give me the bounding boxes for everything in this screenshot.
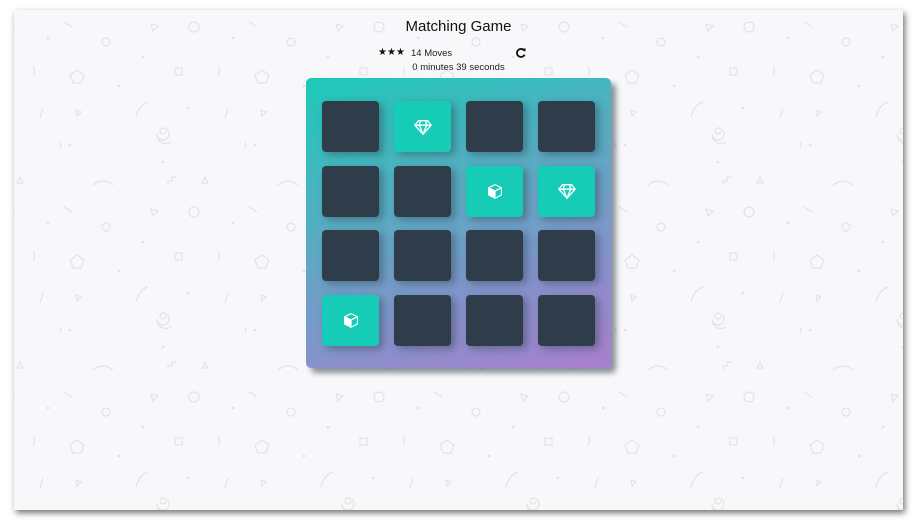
cube-icon <box>486 182 504 200</box>
game-window: Matching Game ★ ★ ★ 14 Moves 0 minutes 3… <box>14 10 903 510</box>
card[interactable] <box>466 101 523 152</box>
star-icon: ★ <box>395 47 405 58</box>
diamond-icon <box>557 182 576 200</box>
page-title: Matching Game <box>405 18 512 35</box>
moves-counter: 14 Moves <box>411 48 453 59</box>
star-icon: ★ <box>386 47 396 58</box>
card[interactable] <box>322 294 379 346</box>
card[interactable] <box>394 230 451 281</box>
card[interactable] <box>538 230 595 281</box>
card[interactable] <box>322 230 379 281</box>
card[interactable] <box>322 165 379 217</box>
card[interactable] <box>466 230 523 281</box>
diamond-icon <box>413 118 432 136</box>
timer: 0 minutes 39 seconds <box>412 62 505 73</box>
star-rating: ★ ★ ★ <box>378 47 405 59</box>
card[interactable] <box>322 101 379 152</box>
card[interactable] <box>538 101 595 152</box>
card[interactable] <box>394 165 451 217</box>
score-panel: ★ ★ ★ 14 Moves <box>378 47 528 61</box>
card[interactable] <box>538 294 595 346</box>
card[interactable] <box>394 101 451 152</box>
card[interactable] <box>466 165 523 217</box>
cube-icon <box>342 311 360 329</box>
repeat-icon <box>516 48 526 58</box>
card[interactable] <box>466 294 523 346</box>
restart-button[interactable] <box>515 47 527 59</box>
card-deck <box>306 78 611 368</box>
card[interactable] <box>394 294 451 346</box>
card[interactable] <box>538 165 595 217</box>
star-icon: ★ <box>378 47 387 58</box>
